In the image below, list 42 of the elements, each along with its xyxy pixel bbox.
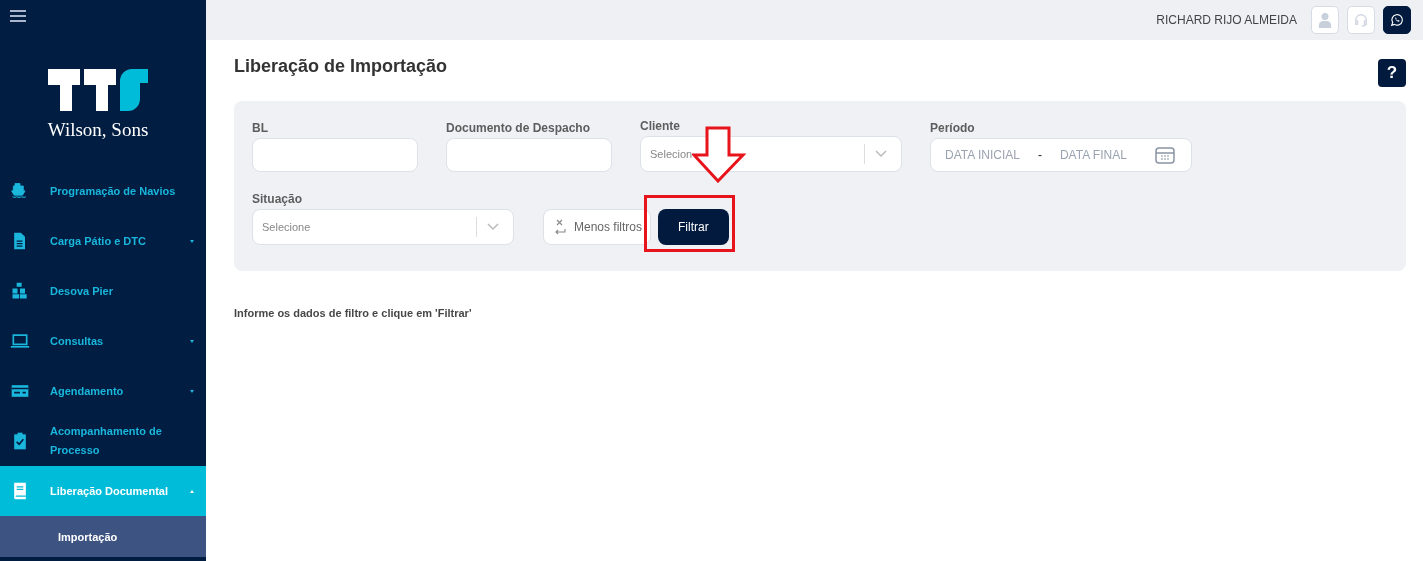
- submenu-item[interactable]: Importação: [0, 516, 206, 557]
- field-label: Período: [930, 121, 976, 135]
- chevron-down-icon: [487, 223, 499, 231]
- sidebar-item[interactable]: Agendamento: [0, 366, 206, 416]
- user-icon: [1318, 11, 1332, 29]
- field-label: Cliente: [640, 119, 681, 133]
- calendar-icon: [1155, 146, 1175, 164]
- filter-button[interactable]: Filtrar: [658, 209, 729, 245]
- page-title: Liberação de Importação: [234, 56, 448, 77]
- caret-icon: [188, 238, 196, 244]
- arrow-annotation: [692, 126, 746, 183]
- boxes-icon: [10, 281, 30, 301]
- sidebar-item[interactable]: Consultas: [0, 316, 206, 366]
- logo-text: Wilson, Sons: [47, 119, 149, 141]
- logo-icon: [46, 67, 150, 113]
- less-filters-button[interactable]: Menos filtros: [543, 209, 652, 245]
- sidebar-item[interactable]: Desova Pier: [0, 266, 206, 316]
- caret-icon: [188, 388, 196, 394]
- menu-icon[interactable]: [10, 9, 26, 23]
- text-field[interactable]: [446, 138, 612, 172]
- chevron-down-icon: [875, 150, 887, 158]
- help-button[interactable]: ?: [1378, 59, 1406, 87]
- support-button[interactable]: [1347, 6, 1375, 34]
- info-message: Informe os dados de filtro e clique em 'Filtrar': [234, 307, 473, 319]
- chat-icon: [1390, 12, 1404, 28]
- field-label: Situação: [252, 192, 303, 206]
- clear-filter-icon: [554, 219, 566, 235]
- field-label: Documento de Despacho: [446, 121, 592, 135]
- user-name: RICHARD RIJO ALMEIDA: [1156, 13, 1297, 27]
- laptop-icon: [10, 331, 30, 351]
- caret-icon: [188, 488, 196, 494]
- caret-icon: [188, 338, 196, 344]
- sidebar-item[interactable]: Acompanhamento de Processo: [0, 416, 206, 466]
- sidebar-item[interactable]: Programação de Navios: [0, 166, 206, 216]
- text-field[interactable]: [252, 138, 418, 172]
- sidebar-item[interactable]: Carga Pátio e DTC: [0, 216, 206, 266]
- select-field[interactable]: Selecione: [252, 209, 514, 245]
- date-range-field[interactable]: DATA INICIAL - DATA FINAL: [930, 138, 1192, 172]
- profile-button[interactable]: [1311, 6, 1339, 34]
- field-label: BL: [252, 121, 269, 135]
- whatsapp-button[interactable]: [1383, 6, 1411, 34]
- headset-icon: [1354, 12, 1368, 28]
